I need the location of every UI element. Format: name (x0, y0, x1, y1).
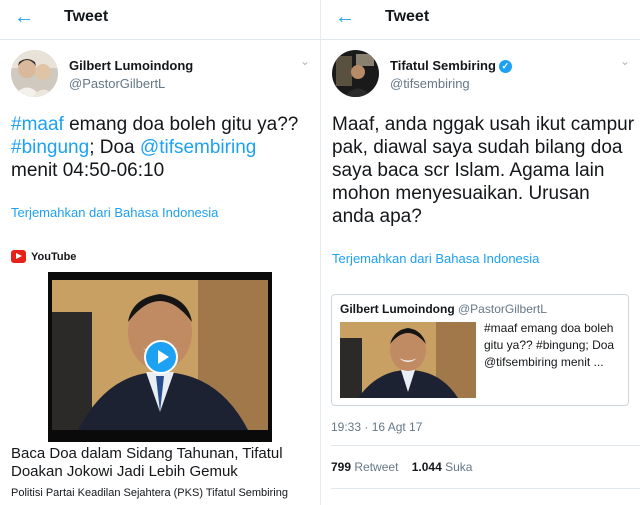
tweet-text-segment: menit 04:50-06:10 (11, 160, 165, 181)
tweet-text-segment: emang doa boleh gitu ya?? (63, 114, 299, 135)
youtube-icon (11, 250, 26, 263)
tweet-header: Tifatul Sembiring ✓ @tifsembiring ⌄ (321, 40, 640, 102)
translate-link[interactable]: Terjemahkan dari Bahasa Indonesia (332, 251, 539, 266)
play-icon[interactable] (144, 340, 178, 374)
tweet-text: #maaf emang doa boleh gitu ya?? #bingung… (11, 113, 316, 182)
card-source: YouTube (11, 250, 76, 263)
top-bar: ← Tweet (321, 0, 640, 40)
user-name-text: Tifatul Sembiring (390, 58, 496, 73)
tweet-stats: 799 Retweet 1.044 Suka (331, 460, 472, 474)
user-handle[interactable]: @PastorGilbertL (69, 76, 165, 91)
quoted-tweet-card[interactable]: Gilbert Lumoindong @PastorGilbertL #maaf… (331, 294, 629, 406)
card-source-label: YouTube (31, 250, 77, 263)
top-bar: ← Tweet (0, 0, 320, 40)
retweet-count[interactable]: 799 (331, 460, 351, 474)
quoted-user: Gilbert Lumoindong @PastorGilbertL (340, 302, 547, 316)
header-title: Tweet (385, 8, 430, 25)
verified-badge-icon: ✓ (498, 60, 512, 73)
user-name[interactable]: Tifatul Sembiring ✓ (390, 58, 512, 73)
left-tweet-pane: ← Tweet Gilbert Lumoindong @PastorGilber… (0, 0, 320, 505)
user-handle[interactable]: @tifsembiring (390, 76, 470, 91)
chevron-down-icon[interactable]: ⌄ (620, 54, 630, 68)
header-title: Tweet (64, 8, 109, 25)
like-count[interactable]: 1.044 (412, 460, 442, 474)
back-arrow-icon[interactable]: ← (335, 7, 355, 27)
quoted-image (340, 322, 476, 398)
retweet-label[interactable]: Retweet (354, 460, 398, 474)
chevron-down-icon[interactable]: ⌄ (300, 54, 310, 68)
tweet-text: Maaf, anda nggak usah ikut campur pak, d… (332, 114, 635, 227)
avatar[interactable] (11, 50, 58, 97)
video-description: Politisi Partai Keadilan Sejahtera (PKS)… (11, 487, 288, 499)
divider (331, 488, 640, 489)
video-thumbnail[interactable] (48, 272, 272, 442)
divider (331, 445, 640, 446)
tweet-header: Gilbert Lumoindong @PastorGilbertL ⌄ (0, 40, 320, 102)
quoted-user-handle: @PastorGilbertL (458, 302, 547, 316)
quoted-tweet-text: #maaf emang doa boleh gitu ya?? #bingung… (484, 321, 615, 369)
mention-link[interactable]: @tifsembiring (140, 137, 256, 158)
quoted-user-name: Gilbert Lumoindong (340, 302, 455, 316)
like-label[interactable]: Suka (445, 460, 472, 474)
hashtag-link[interactable]: #maaf (11, 114, 64, 135)
back-arrow-icon[interactable]: ← (14, 7, 34, 27)
tweet-text-segment: ; Doa (89, 137, 140, 158)
tweet-timestamp[interactable]: 19:33 · 16 Agt 17 (331, 420, 422, 434)
translate-link[interactable]: Terjemahkan dari Bahasa Indonesia (11, 205, 218, 220)
video-title[interactable]: Baca Doa dalam Sidang Tahunan, Tifatul D… (11, 445, 311, 481)
avatar[interactable] (332, 50, 379, 97)
hashtag-link[interactable]: #bingung (11, 137, 89, 158)
user-name[interactable]: Gilbert Lumoindong (69, 58, 193, 73)
